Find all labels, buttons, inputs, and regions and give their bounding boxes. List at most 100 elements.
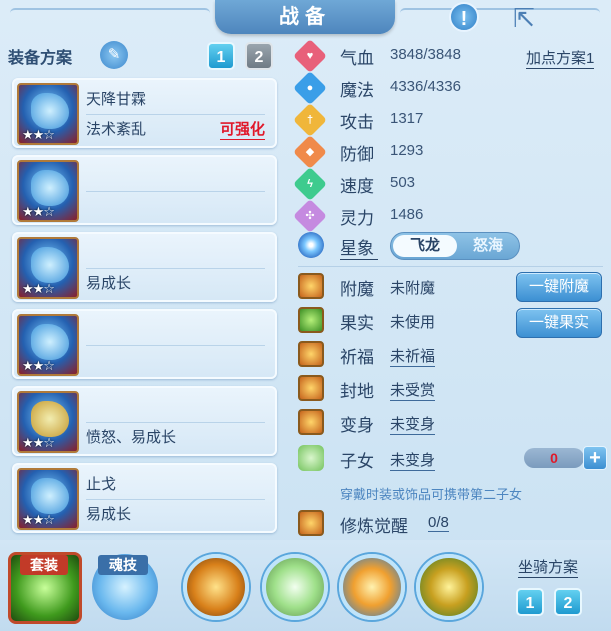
mount-plan-button-1[interactable]: 1 [516,588,544,616]
mana-icon: ● [293,71,327,105]
equipment-card-helmet[interactable]: ★★☆ [12,155,277,225]
feature-row-blessing: 祈福 未祈福 [298,341,603,371]
feature-name: 修炼觉醒 [340,517,408,536]
feature-row-transform: 变身 未变身 [298,409,603,439]
feature-value-link[interactable]: 未祈福 [390,345,436,367]
page-title: 战备 [215,0,395,34]
mount-plan-button-2[interactable]: 2 [554,588,582,616]
feature-name: 子女 [340,452,374,471]
equipment-card-belt[interactable]: ★★☆ 愤怒、易成长 [12,386,277,456]
stat-value: 1293 [390,142,424,159]
armor-icon: ★★☆ [17,237,79,299]
stat-value: 4336/4336 [390,78,461,95]
stat-value: 1317 [390,110,424,127]
second-child-hint: 穿戴时装或饰品可携带第二子女 [340,487,523,502]
soul-skill-label: 魂技 [98,555,148,575]
boots-icon: ★★☆ [17,468,79,530]
equipment-traits: 易成长 [86,506,132,523]
star-sign-option-feilong[interactable]: 飞龙 [393,235,457,257]
equipment-name: 天降甘霖 [86,91,147,108]
feature-row-fief: 封地 未受赏 [298,375,603,405]
stat-row-attack: † 攻击 1317 [293,103,603,137]
skill-gauntlet-icon[interactable] [183,554,249,620]
stat-name: 气血 [340,49,374,68]
star-rating: ★★☆ [22,358,55,373]
stat-value: 503 [390,174,416,191]
child-counter: 0 [524,448,584,468]
mount-plan-label[interactable]: 坐骑方案 [518,556,579,578]
feature-name: 祈福 [340,348,374,367]
stat-name: 魔法 [340,81,374,100]
top-decoration-right [400,8,600,18]
equipment-card-boots[interactable]: ★★☆ 止戈 易成长 [12,463,277,533]
feature-value-link[interactable]: 未受赏 [390,379,436,401]
star-sign-label[interactable]: 星象 [340,234,378,260]
battle-prep-panel: 战备 ! ⇱ 装备方案 ✎ 1 2 ★★☆ 天降甘霖 法术紊乱 可强化 ★★☆ … [0,0,611,631]
feature-name: 变身 [340,416,374,435]
feature-name: 果实 [340,314,374,333]
spirit-icon: ✣ [293,199,327,233]
equipment-plan-label: 装备方案 [8,50,73,67]
star-rating: ★★☆ [22,281,55,296]
lightning-icon: ϟ [293,167,327,201]
share-icon[interactable]: ⇱ [507,4,541,32]
star-sign-toggle[interactable]: 飞龙 怒海 [390,232,520,260]
one-click-enchant-button[interactable]: 一键附魔 [516,272,602,302]
sword-icon: † [293,103,327,137]
top-decoration-left [10,8,210,18]
equipment-traits: 易成长 [86,275,132,292]
stat-value: 3848/3848 [390,46,461,63]
feature-value-link[interactable]: 未变身 [390,413,436,435]
plan-button-1[interactable]: 1 [207,42,235,70]
info-button[interactable]: ! [449,2,479,32]
star-rating: ★★☆ [22,127,55,142]
blessing-icon [298,341,324,367]
stat-row-hp: ♥ 气血 3848/3848 [293,39,603,73]
feature-name: 封地 [340,382,374,401]
equipment-name: 止戈 [86,476,117,493]
upgrade-link[interactable]: 可强化 [219,118,265,140]
shield-icon: ◆ [293,135,327,169]
stat-value: 1486 [390,206,424,223]
feature-name: 附魔 [340,280,374,299]
equipment-traits: 法术紊乱 [86,121,147,138]
stat-row-defense: ◆ 防御 1293 [293,135,603,169]
star-rating: ★★☆ [22,435,55,450]
equipment-traits: 愤怒、易成长 [86,429,177,446]
feature-value-link[interactable]: 未变身 [390,449,436,471]
stat-row-spirit: ✣ 灵力 1486 [293,199,603,233]
fief-icon [298,375,324,401]
necklace-icon: ★★☆ [17,314,79,376]
weapon-icon: ★★☆ [17,83,79,145]
skill-armor-icon[interactable] [416,554,482,620]
stat-row-mp: ● 魔法 4336/4336 [293,71,603,105]
equipment-card-weapon[interactable]: ★★☆ 天降甘霖 法术紊乱 可强化 [12,78,277,148]
child-leaf-icon [298,445,324,471]
suit-label: 套装 [20,555,68,575]
feature-row-cultivation: 修炼觉醒 0/8 [298,510,603,540]
edit-pen-icon[interactable]: ✎ [100,41,128,69]
child-add-button[interactable]: + [583,446,607,470]
equipment-card-necklace[interactable]: ★★☆ [12,309,277,379]
fruit-icon [298,307,324,333]
enchant-icon [298,273,324,299]
helmet-icon: ★★☆ [17,160,79,222]
one-click-fruit-button[interactable]: 一键果实 [516,308,602,338]
star-rating: ★★☆ [22,512,55,527]
stat-row-speed: ϟ 速度 503 [293,167,603,201]
heart-icon: ♥ [293,39,327,73]
equipment-card-armor[interactable]: ★★☆ 易成长 [12,232,277,302]
stat-name: 防御 [340,145,374,164]
belt-icon: ★★☆ [17,391,79,453]
cultivation-icon [298,510,324,536]
divider [298,266,603,267]
star-sign-option-nuhai[interactable]: 怒海 [457,235,519,257]
skill-sword-icon[interactable] [262,554,328,620]
feature-value: 未附魔 [390,280,436,297]
plan-button-2[interactable]: 2 [245,42,273,70]
skill-wave-icon[interactable] [339,554,405,620]
transform-icon [298,409,324,435]
stat-name: 攻击 [340,113,374,132]
feature-value-link[interactable]: 0/8 [428,514,449,532]
star-rating: ★★☆ [22,204,55,219]
